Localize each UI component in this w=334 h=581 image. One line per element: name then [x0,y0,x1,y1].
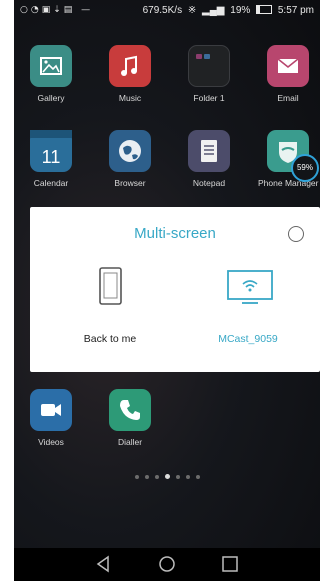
page-dot-active[interactable] [164,474,170,479]
app-label: Email [277,93,299,103]
download-icon: ⇣ [53,5,64,15]
app-label: Notepad [192,178,226,188]
battery-icon [256,5,273,14]
browser-icon [109,130,151,172]
status-right: 679.5K/s ※ ▂▄▆ 19% 5:57 pm [140,5,314,16]
wireless-display-icon [188,265,308,315]
home-icon[interactable] [157,554,177,574]
email-icon [267,45,309,87]
app-gallery[interactable]: Gallery [21,45,81,103]
page-dot[interactable] [195,475,200,479]
folder-icon [188,45,230,87]
status-bar: ○◔▣⇣▤ — 679.5K/s ※ ▂▄▆ 19% 5:57 pm [14,0,320,22]
music-icon [109,45,151,87]
page-indicator[interactable] [14,466,320,484]
image-icon: ▤ [63,5,76,15]
navigation-bar [14,548,320,581]
app-videos[interactable]: Videos [21,389,81,447]
vpn-icon: ○ [20,5,31,15]
app-browser[interactable]: Browser [100,130,160,188]
recents-icon[interactable] [220,554,240,574]
clock: 5:57 pm [277,5,314,16]
sim-icon: ▣ [41,5,54,15]
page-dot[interactable] [144,475,149,479]
page-dot[interactable] [154,475,159,479]
app-calendar[interactable]: 11 Calendar [21,130,81,188]
app-label: Folder 1 [193,93,225,103]
back-to-me-label: Back to me [83,333,137,345]
notepad-icon [188,130,230,172]
notification-icons: ○◔▣⇣▤ — [20,5,94,15]
app-folder-1[interactable]: Folder 1 [179,45,239,103]
dialog-title: Multi-screen [134,225,216,242]
gallery-icon [30,45,72,87]
mcast-device-label: MCast_9059 [218,333,278,345]
app-label: Browser [114,178,146,188]
loading-spinner-icon [288,226,304,242]
app-label: Dialler [117,437,143,447]
network-speed: 679.5K/s [142,5,183,16]
page-dot[interactable] [185,475,190,479]
app-email[interactable]: Email [258,45,318,103]
back-to-me-option[interactable]: Back to me [50,265,170,345]
phone-manager-icon: 59% [267,130,319,182]
bluetooth-icon: ※ [187,5,197,16]
phone-screen: ○◔▣⇣▤ — 679.5K/s ※ ▂▄▆ 19% 5:57 pm Galle… [14,0,320,581]
app-notepad[interactable]: Notepad [179,130,239,188]
page-dot[interactable] [134,475,139,479]
calendar-icon: 11 [30,130,72,172]
app-phone-manager[interactable]: 59% Phone Manager [258,130,319,188]
app-label: Music [118,93,142,103]
back-icon[interactable] [94,554,114,574]
multi-screen-dialog: Multi-screen Back to me MCast_9059 [30,207,320,372]
signal-icon: ▂▄▆ [202,5,225,16]
progress-badge: 59% [291,154,319,182]
page-dot[interactable] [175,475,180,479]
app-label: Videos [38,437,64,447]
calendar-date: 11 [42,147,61,167]
app-music[interactable]: Music [100,45,160,103]
sync-icon: ◔ [30,5,42,15]
battery-percent: 19% [230,5,251,16]
videos-icon [30,389,72,431]
app-dialler[interactable]: Dialler [100,389,160,447]
phone-device-icon [50,265,170,315]
app-label: Calendar [33,178,69,188]
dialler-icon [109,389,151,431]
app-label: Gallery [37,93,65,103]
mcast-device-option[interactable]: MCast_9059 [188,265,308,345]
